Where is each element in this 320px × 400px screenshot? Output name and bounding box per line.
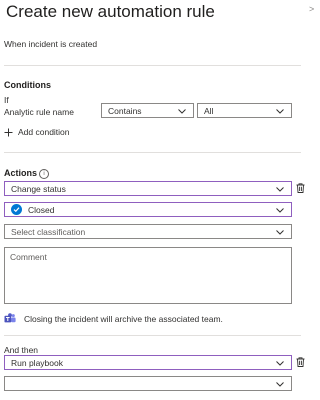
if-label: If (4, 95, 9, 105)
teams-note: Closing the incident will archive the as… (4, 313, 223, 324)
action-type-dropdown[interactable]: Change status (4, 181, 292, 196)
comment-textarea[interactable]: Comment (4, 247, 292, 304)
actions-heading: Actions i (4, 168, 50, 179)
divider (4, 335, 301, 336)
chevron-down-icon (276, 360, 284, 366)
chevron-down-icon (276, 229, 284, 235)
close-icon[interactable]: > (309, 4, 314, 14)
chevron-down-icon (276, 108, 284, 114)
analytic-rule-name-label: Analytic rule name (4, 107, 74, 117)
teams-note-text: Closing the incident will archive the as… (24, 313, 223, 324)
classification-placeholder: Select classification (11, 226, 86, 237)
divider (4, 152, 301, 153)
trash-icon[interactable] (296, 183, 305, 193)
conditions-heading: Conditions (4, 80, 51, 90)
divider (4, 65, 301, 66)
condition-value-dropdown[interactable]: All (197, 103, 292, 118)
chevron-down-icon (276, 381, 284, 387)
status-dropdown[interactable]: Closed (4, 202, 292, 217)
chevron-down-icon (276, 186, 284, 192)
playbook-dropdown[interactable] (4, 376, 292, 391)
and-then-action-value: Run playbook (11, 357, 63, 368)
and-then-action-dropdown[interactable]: Run playbook (4, 355, 292, 370)
operator-value: Contains (108, 105, 142, 116)
chevron-down-icon (276, 207, 284, 213)
info-icon[interactable]: i (39, 168, 50, 179)
operator-dropdown[interactable]: Contains (101, 103, 194, 118)
status-value: Closed (28, 204, 55, 215)
chevron-down-icon (178, 108, 186, 114)
add-condition-button[interactable]: Add condition (4, 127, 70, 137)
teams-icon (4, 313, 16, 323)
panel-title: Create new automation rule (6, 2, 215, 21)
checkmark-icon (11, 204, 22, 215)
trigger-text: When incident is created (4, 39, 98, 49)
trash-icon[interactable] (296, 357, 305, 367)
condition-value: All (204, 105, 214, 116)
plus-icon (4, 128, 13, 136)
add-condition-label: Add condition (18, 127, 70, 137)
actions-heading-label: Actions (4, 168, 38, 178)
comment-placeholder: Comment (10, 252, 47, 262)
classification-dropdown[interactable]: Select classification (4, 224, 292, 239)
and-then-label: And then (4, 345, 39, 355)
action-type-value: Change status (11, 183, 66, 194)
